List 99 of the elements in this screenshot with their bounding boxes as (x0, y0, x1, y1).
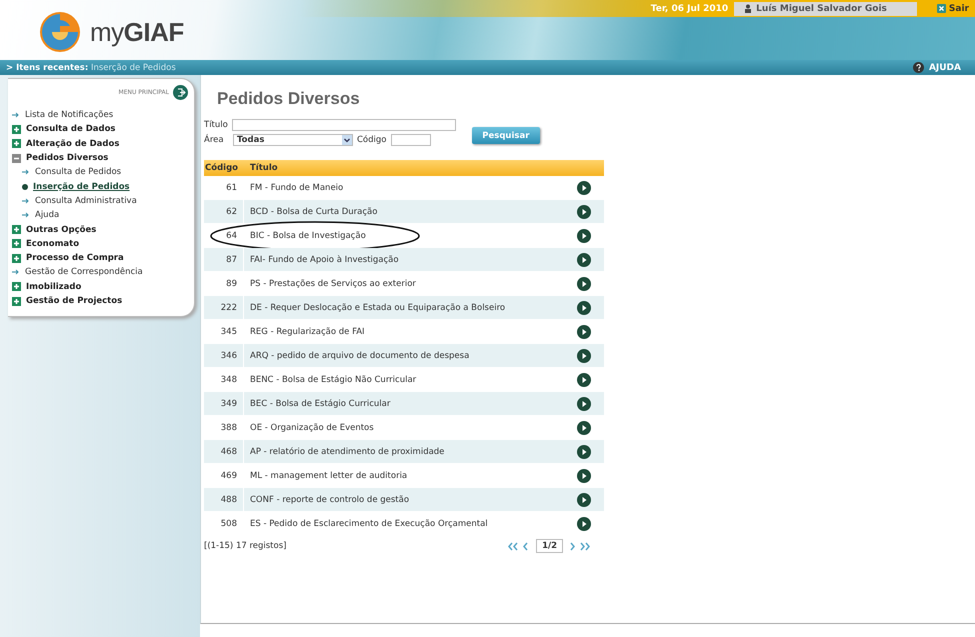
title-cell[interactable]: BEC - Bolsa de Estágio Curricular (244, 398, 564, 408)
title-cell[interactable]: PS - Prestações de Serviços ao exterior (244, 278, 564, 288)
go-icon[interactable] (577, 204, 591, 218)
arrow-icon (22, 212, 30, 218)
menu-link[interactable]: Gestão de Correspondência (25, 267, 143, 278)
go-icon[interactable] (577, 492, 591, 506)
last-page-icon[interactable] (580, 542, 592, 550)
field-label: Código (357, 135, 386, 145)
code-cell: 349 (204, 392, 244, 415)
go-icon[interactable] (577, 324, 591, 338)
menu-group[interactable]: Economato (26, 238, 80, 249)
column-header: Título (249, 163, 278, 173)
go-icon[interactable] (577, 300, 591, 314)
menu-group[interactable]: Consulta de Dados (26, 124, 116, 134)
arrow-icon (22, 169, 30, 176)
expand-icon[interactable] (12, 282, 21, 292)
logo-text: myGIAF (90, 16, 184, 48)
arrow-icon (12, 269, 20, 276)
go-icon[interactable] (577, 444, 591, 458)
logout-link[interactable]: Sair (936, 4, 975, 14)
expand-icon[interactable] (12, 139, 21, 148)
code-cell: 61 (204, 176, 244, 199)
code-cell: 222 (204, 296, 244, 319)
go-icon[interactable] (577, 396, 591, 410)
expand-icon[interactable] (12, 239, 21, 248)
title-cell[interactable]: CONF - reporte de controlo de gestão (244, 494, 564, 504)
menu-link[interactable]: Lista de Notificações (25, 110, 114, 120)
code-cell: 388 (204, 416, 244, 439)
arrow-icon (12, 112, 20, 118)
menu-group[interactable]: Processo de Compra (26, 253, 124, 264)
submenu-link[interactable]: Consulta Administrativa (35, 196, 137, 206)
area-select[interactable]: Todas (233, 134, 353, 146)
exit-icon[interactable] (173, 85, 188, 100)
title-cell[interactable]: REG - Regularização de FAI (244, 326, 564, 336)
title-cell[interactable]: DE - Requer Deslocação e Estada ou Equiparação a Bolseiro (244, 302, 564, 312)
go-icon[interactable] (577, 252, 591, 266)
title-cell[interactable]: BIC - Bolsa de Investigação (244, 230, 564, 240)
go-icon[interactable] (577, 276, 591, 290)
go-icon[interactable] (577, 180, 591, 194)
expand-icon[interactable] (12, 254, 21, 263)
title-cell[interactable]: BCD - Bolsa de Curta Duração (244, 206, 564, 216)
code-cell: 62 (204, 200, 244, 223)
submenu-link[interactable]: Consulta de Pedidos (35, 167, 122, 178)
arrow-icon (22, 198, 30, 204)
go-icon[interactable] (577, 372, 591, 386)
title-cell[interactable]: FM - Fundo de Maneio (244, 182, 564, 192)
title-cell[interactable]: BENC - Bolsa de Estágio Não Curricular (244, 374, 564, 384)
title-cell[interactable]: OE - Organização de Eventos (244, 422, 564, 432)
menu-group[interactable]: Alteração de Dados (26, 138, 120, 149)
code-cell: 346 (204, 344, 244, 367)
first-page-icon[interactable] (507, 542, 520, 550)
submenu-link[interactable]: Inserção de Pedidos (33, 182, 130, 192)
title-cell[interactable]: FAI- Fundo de Apoio à Investigação (244, 254, 564, 264)
code-cell: 468 (204, 440, 244, 463)
expand-icon[interactable] (12, 296, 21, 306)
code-cell: 87 (204, 248, 244, 271)
recent-items-text: > Itens recentes: Inserção de Pedidos (6, 62, 176, 72)
expand-icon[interactable] (12, 225, 21, 234)
expand-icon[interactable] (12, 124, 21, 134)
title-cell[interactable]: ML - management letter de auditoria (244, 470, 564, 480)
go-icon[interactable] (577, 348, 591, 362)
menu-group[interactable]: Outras Opções (26, 224, 96, 235)
user-name: Luís Miguel Salvador Gois (756, 4, 887, 14)
menu-group[interactable]: Imobilizado (26, 282, 82, 292)
previous-page-icon[interactable] (522, 542, 530, 550)
go-icon[interactable] (577, 420, 591, 434)
column-header: Código (204, 163, 239, 173)
go-icon[interactable] (577, 468, 591, 482)
code-input[interactable] (390, 134, 430, 146)
close-icon (936, 4, 946, 13)
next-page-icon[interactable] (570, 542, 577, 550)
title-cell[interactable]: ARQ - pedido de arquivo de documento de despesa (244, 350, 564, 360)
logo-icon (38, 10, 82, 54)
page-indicator: 1/2 (536, 539, 563, 553)
code-cell: 488 (204, 488, 244, 511)
help-link[interactable]: AJUDA (912, 62, 961, 73)
collapse-icon[interactable] (12, 154, 21, 163)
code-cell: 348 (204, 368, 244, 391)
date-text: Ter, 06 Jul 2010 (650, 4, 730, 14)
code-cell: 89 (204, 272, 244, 295)
title-input[interactable] (232, 119, 456, 131)
code-cell: 508 (204, 512, 244, 535)
code-cell: 64 (204, 224, 244, 247)
record-count: [(1-15) 17 registos] (204, 541, 286, 551)
user-icon (744, 4, 752, 13)
code-cell: 469 (204, 464, 244, 487)
submenu-link[interactable]: Ajuda (35, 210, 60, 220)
go-icon[interactable] (577, 228, 591, 242)
title-cell[interactable]: AP - relatório de atendimento de proximidade (244, 446, 564, 456)
field-label: Área (204, 135, 225, 145)
code-cell: 345 (204, 320, 244, 343)
page-title: Pedidos Diversos (217, 89, 361, 109)
field-label: Título (204, 120, 228, 130)
dropdown-icon (342, 135, 352, 145)
help-icon (912, 62, 924, 73)
go-icon[interactable] (577, 516, 591, 530)
title-cell[interactable]: ES - Pedido de Esclarecimento de Execução Orçamental (244, 518, 564, 528)
menu-group[interactable]: Gestão de Projectos (26, 296, 122, 306)
menu-group[interactable]: Pedidos Diversos (26, 153, 108, 164)
